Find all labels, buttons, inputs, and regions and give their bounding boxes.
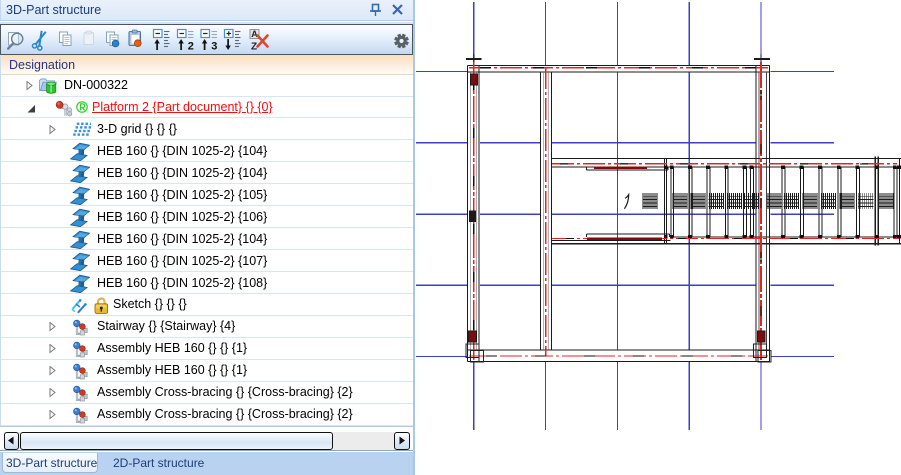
svg-text:2: 2	[188, 41, 194, 53]
svg-text:A: A	[251, 29, 258, 39]
svg-text:Z: Z	[251, 42, 257, 53]
svg-text:3: 3	[211, 41, 217, 53]
